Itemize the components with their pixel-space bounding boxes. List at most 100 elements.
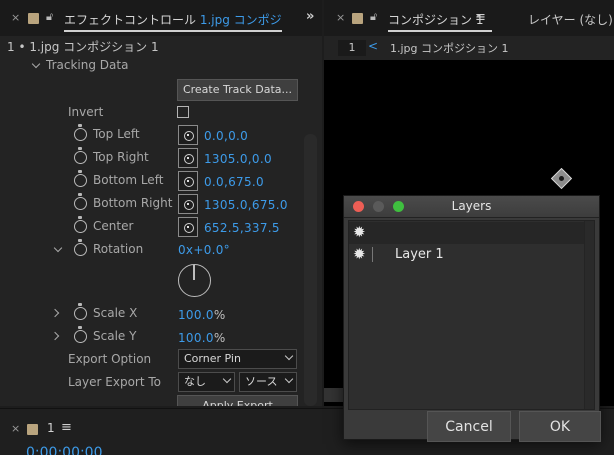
export-option-dropdown[interactable]: Corner Pin <box>178 349 297 369</box>
stopwatch-icon[interactable] <box>74 239 87 256</box>
ok-button[interactable]: OK <box>519 411 601 442</box>
layer-export-value-2: ソース <box>245 375 278 388</box>
layer-sun-icon: ✹ <box>353 245 366 263</box>
layers-list[interactable]: ✹ ✹ Layer 1 <box>348 220 595 410</box>
row-divider <box>372 247 373 262</box>
scale-x-value[interactable]: 100.0% <box>178 308 226 322</box>
bottom-right-label: Bottom Right <box>93 196 173 210</box>
composition-tabbar: × 🔓︎ コンポジション 1 ≡ レイヤー (なし) <box>324 0 614 36</box>
scale-x-label: Scale X <box>93 306 138 320</box>
layer-export-dropdown-2[interactable]: ソース <box>239 372 297 392</box>
export-option-value: Corner Pin <box>184 352 241 365</box>
tab-composition-label: コンポジション 1 <box>388 13 484 27</box>
crosshair-icon[interactable] <box>178 148 198 168</box>
crosshair-icon[interactable] <box>178 194 198 214</box>
scale-y-unit: % <box>213 331 226 345</box>
breadcrumb: 1 • 1.jpg コンポジション 1 <box>7 40 159 54</box>
rotation-dial[interactable] <box>178 264 211 297</box>
active-tab-indicator <box>64 30 282 32</box>
crosshair-icon[interactable] <box>178 217 198 237</box>
tracking-data-twirl[interactable] <box>31 59 41 69</box>
active-tab-indicator <box>388 30 492 32</box>
crosshair-icon[interactable] <box>178 171 198 191</box>
track-point-icon[interactable] <box>550 167 573 190</box>
scale-y-twirl[interactable] <box>50 331 60 341</box>
timecode-display[interactable]: 0:00:00:00 <box>26 445 103 455</box>
tab-timeline[interactable]: 1 <box>47 421 55 435</box>
dialog-titlebar[interactable]: Layers <box>344 196 599 218</box>
panel-menu-icon[interactable]: ≡ <box>61 420 72 435</box>
stopwatch-icon[interactable] <box>74 216 87 233</box>
composition-navigator: 1 < 1.jpg コンポジション 1 <box>324 36 614 60</box>
comp-breadcrumb[interactable]: 1.jpg コンポジション 1 <box>390 40 509 56</box>
stopwatch-icon[interactable] <box>74 193 87 210</box>
tab-layer[interactable]: レイヤー (なし) <box>528 11 613 28</box>
tab-title-link[interactable]: 1.jpg コンポジション 1 <box>200 13 282 27</box>
close-tab-icon[interactable]: × <box>11 422 20 435</box>
back-arrow-icon[interactable]: < <box>368 39 378 53</box>
stopwatch-icon[interactable] <box>74 170 87 187</box>
track-point-center <box>557 174 566 183</box>
bottom-left-value[interactable]: 0.0,675.0 <box>204 175 264 189</box>
tracking-data-label: Tracking Data <box>46 58 129 72</box>
dial-needle <box>193 265 195 280</box>
lock-icon[interactable]: 🔓︎ <box>46 10 53 24</box>
panel-overflow-icon[interactable]: » <box>306 9 314 24</box>
stopwatch-icon[interactable] <box>74 326 87 343</box>
bottom-right-value[interactable]: 1305.0,675.0 <box>204 198 288 212</box>
label-color-icon <box>28 13 39 24</box>
layers-dialog: Layers ✹ ✹ Layer 1 Cancel OK <box>343 195 601 442</box>
panel-menu-icon[interactable]: ≡ <box>475 10 486 25</box>
layer-export-label: Layer Export To <box>68 375 161 389</box>
label-color-icon <box>27 424 38 435</box>
tab-composition[interactable]: コンポジション 1 <box>388 11 483 28</box>
tab-effect-controls[interactable]: エフェクトコントロール 1.jpg コンポジション 1 <box>64 11 282 28</box>
scale-y-label: Scale Y <box>93 329 137 343</box>
create-track-data-button[interactable]: Create Track Data... <box>177 79 298 101</box>
chevron-down-icon <box>284 351 294 361</box>
stopwatch-icon[interactable] <box>74 124 87 141</box>
comp-index: 1 <box>338 40 366 56</box>
top-right-value[interactable]: 1305.0,0.0 <box>204 152 272 166</box>
crosshair-icon[interactable] <box>178 125 198 145</box>
layer-export-dropdown-1[interactable]: なし <box>178 372 235 392</box>
chevron-down-icon <box>284 374 294 384</box>
center-value[interactable]: 652.5,337.5 <box>204 221 280 235</box>
list-scrollbar[interactable] <box>584 221 594 409</box>
top-left-value[interactable]: 0.0,0.0 <box>204 129 248 143</box>
rotation-value[interactable]: 0x+0.0° <box>178 243 230 257</box>
scale-x-twirl[interactable] <box>50 308 60 318</box>
stopwatch-icon[interactable] <box>74 147 87 164</box>
effect-controls-tabbar: × 🔓︎ エフェクトコントロール 1.jpg コンポジション 1 » <box>0 0 322 36</box>
close-tab-icon[interactable]: × <box>336 11 345 24</box>
apply-export-button[interactable]: Apply Export <box>177 395 298 406</box>
chevron-down-icon <box>222 374 232 384</box>
rotation-label: Rotation <box>93 242 144 256</box>
scale-x-number: 100.0 <box>178 308 214 322</box>
scale-y-value[interactable]: 100.0% <box>178 331 226 345</box>
effect-controls-panel: 1 • 1.jpg コンポジション 1 Tracking Data Create… <box>0 36 322 406</box>
lock-icon[interactable]: 🔓︎ <box>370 10 377 24</box>
center-label: Center <box>93 219 134 233</box>
layer-name: Layer 1 <box>395 247 444 262</box>
scrollbar-track[interactable] <box>304 134 317 406</box>
label-color-icon <box>352 13 363 24</box>
bottom-left-label: Bottom Left <box>93 173 164 187</box>
list-item[interactable]: ✹ Layer 1 <box>349 244 594 266</box>
scale-x-unit: % <box>213 308 226 322</box>
tab-title-text: エフェクトコントロール <box>64 13 200 27</box>
layer-export-value-1: なし <box>184 375 206 388</box>
rotation-twirl[interactable] <box>53 243 63 253</box>
stopwatch-icon[interactable] <box>74 303 87 320</box>
cancel-button[interactable]: Cancel <box>427 411 511 442</box>
invert-checkbox[interactable] <box>177 106 189 118</box>
scale-y-number: 100.0 <box>178 331 214 345</box>
close-tab-icon[interactable]: × <box>11 11 20 24</box>
dialog-title: Layers <box>451 199 492 213</box>
list-item[interactable]: ✹ <box>349 222 594 244</box>
invert-label: Invert <box>68 105 104 119</box>
layer-sun-icon: ✹ <box>353 223 366 241</box>
top-left-label: Top Left <box>93 127 140 141</box>
top-right-label: Top Right <box>93 150 149 164</box>
export-option-label: Export Option <box>68 352 152 366</box>
